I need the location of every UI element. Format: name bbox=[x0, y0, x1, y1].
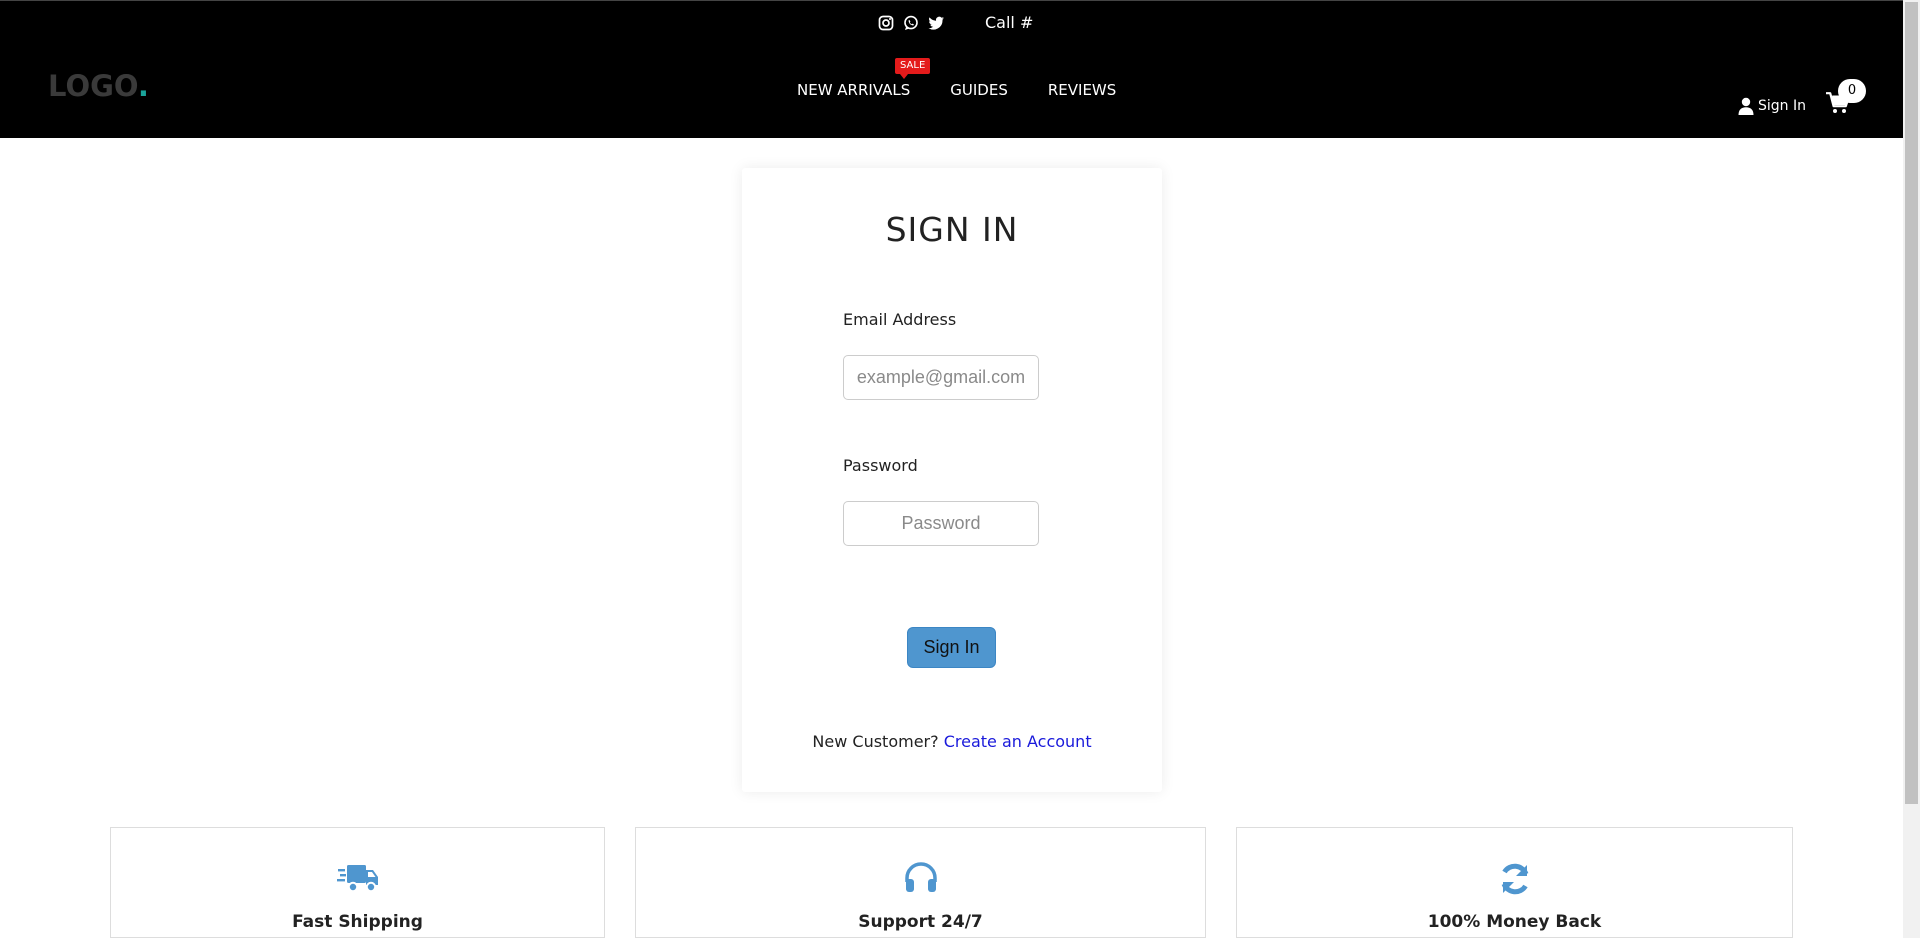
sale-badge: SALE bbox=[895, 58, 931, 79]
new-customer-row: New Customer? Create an Account bbox=[742, 732, 1162, 751]
site-logo[interactable]: LOGO. bbox=[48, 69, 149, 103]
cart-count-badge: 0 bbox=[1838, 79, 1866, 103]
logo-dot: . bbox=[137, 69, 149, 103]
user-icon bbox=[1738, 97, 1754, 115]
feature-card-shipping: Fast Shipping bbox=[110, 827, 605, 938]
page-title: SIGN IN bbox=[885, 210, 1019, 249]
whatsapp-icon[interactable] bbox=[903, 15, 919, 31]
nav-guides[interactable]: GUIDES bbox=[950, 81, 1008, 99]
truck-icon bbox=[336, 865, 378, 893]
scrollbar-thumb[interactable] bbox=[1905, 2, 1918, 804]
instagram-icon[interactable] bbox=[878, 15, 894, 31]
headphones-icon bbox=[904, 862, 937, 892]
nav-reviews[interactable]: REVIEWS bbox=[1048, 81, 1116, 99]
feature-title: 100% Money Back bbox=[1427, 912, 1602, 932]
feature-card-money-back: 100% Money Back bbox=[1236, 827, 1793, 938]
feature-card-support: Support 24/7 bbox=[635, 827, 1206, 938]
password-label: Password bbox=[843, 456, 918, 475]
email-field[interactable] bbox=[843, 355, 1039, 400]
nav-new-arrivals[interactable]: NEW ARRIVALS SALE bbox=[797, 58, 931, 99]
sign-in-label: Sign In bbox=[1758, 98, 1806, 114]
main-nav: NEW ARRIVALS SALE GUIDES REVIEWS bbox=[797, 58, 1116, 99]
refresh-icon bbox=[1501, 863, 1528, 895]
feature-title: Support 24/7 bbox=[858, 912, 983, 932]
new-customer-text: New Customer? bbox=[812, 732, 939, 751]
sign-in-card: SIGN IN Email Address Password Sign In N… bbox=[742, 168, 1162, 792]
feature-title: Fast Shipping bbox=[292, 912, 423, 932]
topbar: Call # bbox=[878, 13, 1033, 32]
call-link[interactable]: Call # bbox=[985, 13, 1033, 32]
twitter-icon[interactable] bbox=[928, 15, 944, 31]
nav-label: NEW ARRIVALS bbox=[797, 81, 911, 99]
create-account-link[interactable]: Create an Account bbox=[944, 732, 1092, 751]
sign-in-link[interactable]: Sign In bbox=[1738, 97, 1806, 115]
logo-text: LOGO bbox=[48, 69, 138, 103]
sign-in-button[interactable]: Sign In bbox=[907, 627, 996, 668]
email-label: Email Address bbox=[843, 310, 957, 329]
site-header: Call # LOGO. NEW ARRIVALS SALE GUIDES RE… bbox=[0, 0, 1903, 138]
password-field[interactable] bbox=[843, 501, 1039, 546]
